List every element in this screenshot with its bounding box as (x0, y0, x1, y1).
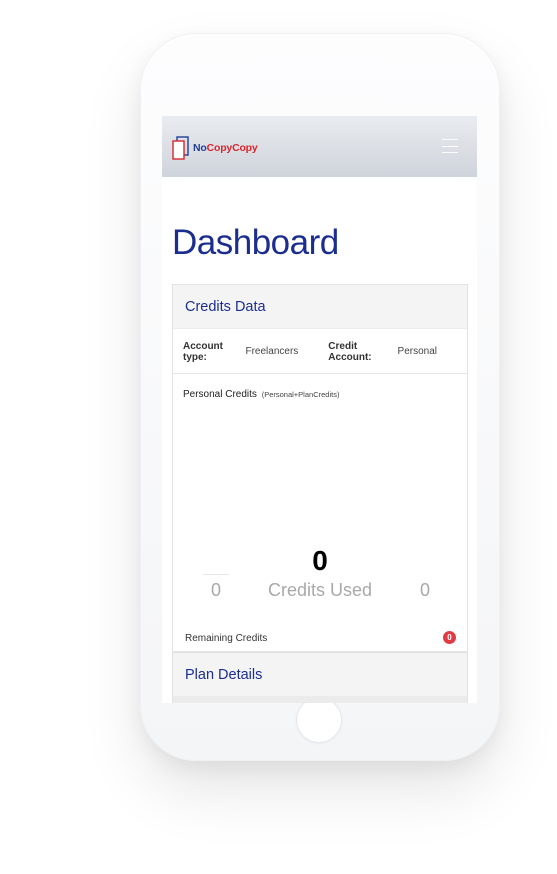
app-screen: NoCopyCopy Dashboard Credits Data Accoun… (162, 116, 477, 703)
remaining-credits-label: Remaining Credits (185, 633, 268, 644)
page-title: Dashboard (172, 223, 339, 262)
credits-data-card: Credits Data Account type: Freelancers C… (172, 284, 468, 703)
brand-name-copy-2: Copy (232, 142, 258, 154)
hamburger-menu-icon[interactable] (442, 139, 458, 153)
menu-bar-middle (442, 145, 458, 147)
home-button[interactable] (296, 697, 342, 743)
brand-name-copy-1: Copy (206, 142, 233, 154)
remaining-credits-badge: 0 (443, 631, 456, 644)
personal-credits-label: Personal Credits (183, 389, 257, 400)
left-value-divider (203, 574, 229, 575)
credits-card-header: Credits Data (173, 285, 467, 329)
account-type-label: Account type: (183, 340, 223, 363)
remaining-credits-row: Remaining Credits 0 (173, 627, 467, 652)
personal-credits-sublabel: (Personal+PlanCredits) (261, 390, 340, 399)
brand-name: NoCopyCopy (193, 142, 258, 154)
credit-account-label: Credit Account: (328, 340, 372, 363)
brand-name-no: No (193, 142, 207, 154)
credit-account-value: Personal (397, 346, 437, 357)
plan-details-title: Plan Details (185, 666, 263, 683)
logo-mark-icon (172, 136, 189, 160)
menu-bar-bottom (442, 152, 458, 153)
plan-details-body (173, 696, 467, 703)
brand-logo[interactable]: NoCopyCopy (172, 136, 258, 160)
right-credits-value: 0 (419, 580, 430, 600)
credits-used-value: 0 (312, 545, 328, 576)
personal-credits-heading: Personal Credits (Personal+PlanCredits) (183, 389, 339, 400)
menu-bar-top (442, 139, 458, 140)
navbar: NoCopyCopy (162, 116, 477, 177)
credits-card-title: Credits Data (185, 298, 266, 315)
account-type-value: Freelancers (245, 346, 299, 357)
account-info-row: Account type: Freelancers Credit Account… (173, 330, 467, 374)
plan-details-header: Plan Details (173, 652, 467, 696)
